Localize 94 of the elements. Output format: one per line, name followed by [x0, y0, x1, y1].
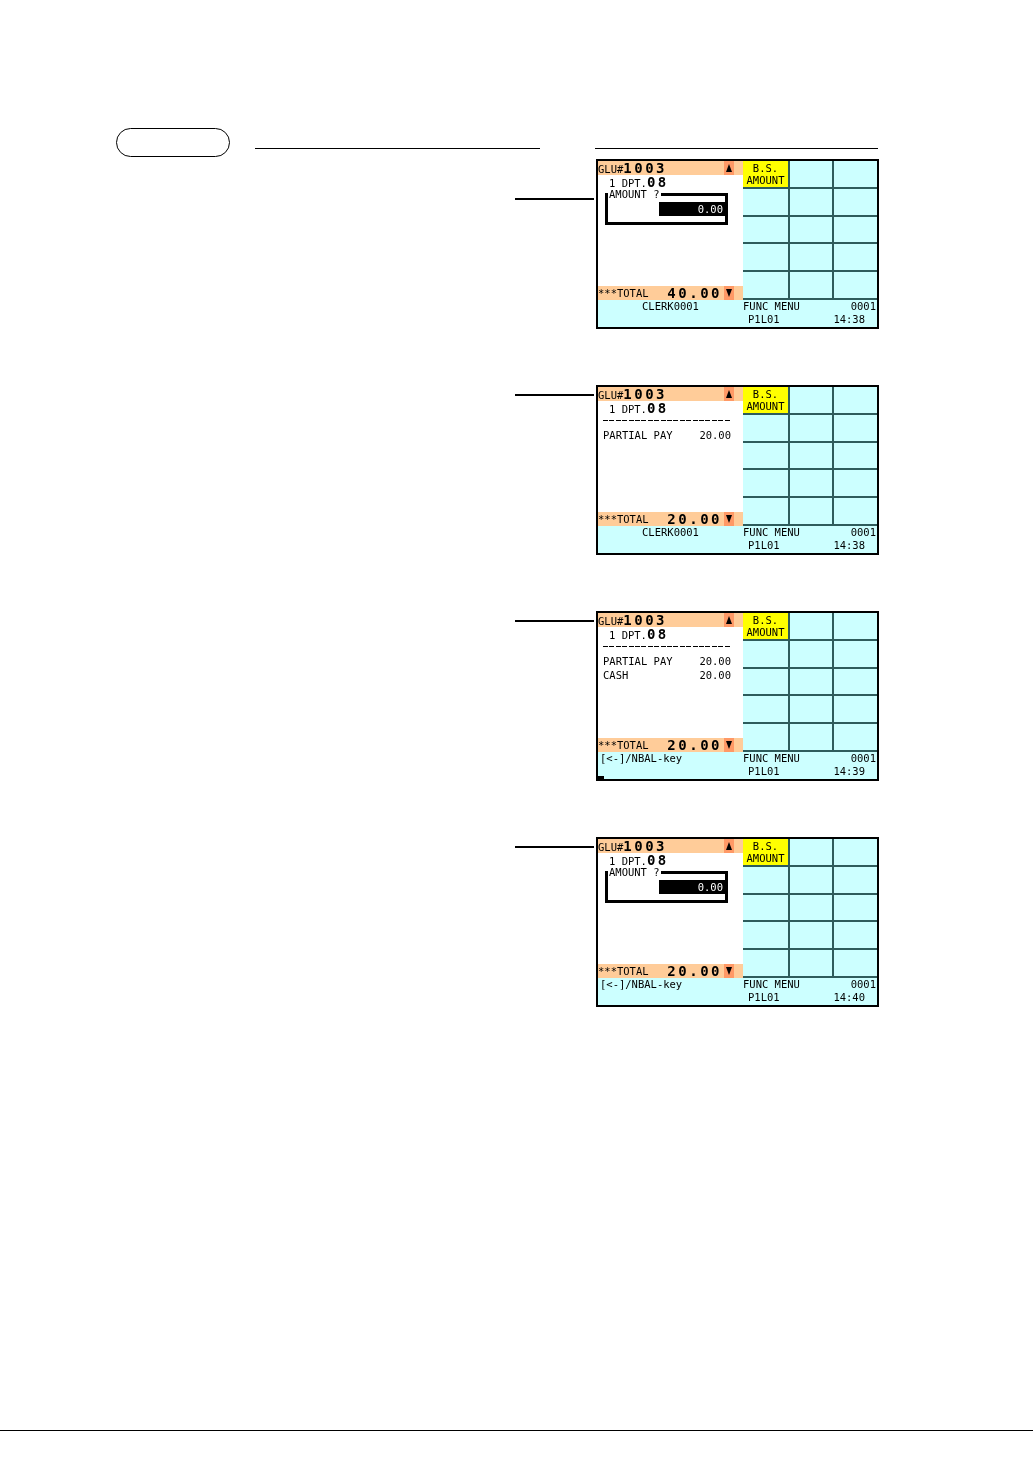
empty-key[interactable] — [834, 244, 877, 271]
clock-time: 14:38 — [833, 313, 865, 327]
prompt-label: AMOUNT ? — [608, 867, 661, 878]
total-amount: 40.00 — [667, 286, 722, 300]
menu-title: FUNC MENU — [743, 300, 800, 313]
clerk-name: CLERK0001 — [641, 300, 700, 313]
menu-title: FUNC MENU — [743, 752, 800, 765]
menu-title: FUNC MENU — [743, 978, 800, 991]
down-triangle-icon[interactable] — [724, 964, 734, 978]
down-triangle-icon[interactable] — [724, 512, 734, 526]
clock-time: 14:39 — [833, 765, 865, 779]
page-code: P1L01 — [748, 765, 780, 779]
empty-key[interactable] — [743, 470, 788, 497]
empty-key[interactable] — [790, 470, 832, 497]
up-triangle-icon[interactable] — [724, 839, 734, 853]
sequence-number: 0001 — [850, 752, 876, 765]
clock-time: 14:38 — [833, 539, 865, 553]
total-label: ***TOTAL — [598, 512, 649, 526]
entry-amount: 20.00 — [699, 654, 731, 668]
empty-key[interactable] — [743, 696, 788, 723]
amount-field[interactable]: 0.00 — [659, 202, 725, 216]
total-label: ***TOTAL — [598, 738, 649, 752]
menu-title: FUNC MENU — [743, 526, 800, 539]
empty-key[interactable] — [743, 640, 788, 667]
total-amount: 20.00 — [667, 738, 722, 752]
clerk-name: CLERK0001 — [641, 526, 700, 539]
empty-key[interactable] — [743, 866, 788, 893]
empty-key[interactable] — [834, 640, 877, 667]
entry-label: PARTIAL PAY — [603, 654, 673, 668]
empty-key[interactable] — [790, 922, 832, 949]
empty-key[interactable] — [834, 442, 877, 469]
empty-key[interactable] — [743, 216, 788, 243]
empty-key[interactable] — [790, 668, 832, 695]
function-key[interactable]: B.S. AMOUNT — [743, 839, 788, 865]
empty-key[interactable] — [790, 188, 832, 215]
item-line: 1 DPT.08 — [608, 853, 670, 867]
up-triangle-icon[interactable] — [724, 161, 734, 175]
guest-check-number: GLU#1003 — [598, 160, 667, 176]
total-amount: 20.00 — [667, 964, 722, 978]
function-key[interactable]: B.S. AMOUNT — [743, 613, 788, 639]
empty-key[interactable] — [834, 894, 877, 921]
entry-amount: 20.00 — [699, 668, 731, 682]
clock-time: 14:40 — [833, 991, 865, 1005]
entry-amount: 20.00 — [699, 428, 731, 442]
page-code: P1L01 — [748, 313, 780, 327]
key-hint: [<-]/NBAL-key — [599, 752, 684, 765]
down-triangle-icon[interactable] — [724, 738, 734, 752]
entry-label: PARTIAL PAY — [603, 428, 673, 442]
item-line: 1 DPT.08 — [608, 627, 670, 641]
empty-key[interactable] — [834, 414, 877, 441]
page-code: P1L01 — [748, 539, 780, 553]
empty-key[interactable] — [834, 668, 877, 695]
entry-label: CASH — [603, 668, 629, 682]
empty-key[interactable] — [834, 922, 877, 949]
empty-key[interactable] — [743, 442, 788, 469]
empty-key[interactable] — [743, 414, 788, 441]
up-triangle-icon[interactable] — [724, 613, 734, 627]
empty-key[interactable] — [743, 894, 788, 921]
empty-key[interactable] — [790, 696, 832, 723]
guest-check-number: GLU#1003 — [598, 612, 667, 628]
empty-key[interactable] — [743, 188, 788, 215]
down-triangle-icon[interactable] — [724, 286, 734, 300]
amount-field[interactable]: 0.00 — [659, 880, 725, 894]
empty-key[interactable] — [790, 640, 832, 667]
empty-key[interactable] — [790, 866, 832, 893]
empty-key[interactable] — [834, 470, 877, 497]
guest-check-number: GLU#1003 — [598, 386, 667, 402]
sequence-number: 0001 — [850, 978, 876, 991]
total-amount: 20.00 — [667, 512, 722, 526]
empty-key[interactable] — [790, 244, 832, 271]
item-line: 1 DPT.08 — [608, 175, 670, 189]
key-hint: [<-]/NBAL-key — [599, 978, 684, 991]
function-key[interactable]: B.S. AMOUNT — [743, 387, 788, 413]
page-code: P1L01 — [748, 991, 780, 1005]
empty-key[interactable] — [743, 244, 788, 271]
empty-key[interactable] — [743, 668, 788, 695]
sequence-number: 0001 — [850, 526, 876, 539]
empty-key[interactable] — [834, 216, 877, 243]
total-label: ***TOTAL — [598, 964, 649, 978]
empty-key[interactable] — [743, 922, 788, 949]
empty-key[interactable] — [834, 188, 877, 215]
empty-key[interactable] — [790, 414, 832, 441]
empty-key[interactable] — [790, 442, 832, 469]
total-label: ***TOTAL — [598, 286, 649, 300]
empty-key[interactable] — [834, 866, 877, 893]
function-key[interactable]: B.S. AMOUNT — [743, 161, 788, 187]
empty-key[interactable] — [790, 216, 832, 243]
empty-key[interactable] — [790, 894, 832, 921]
guest-check-number: GLU#1003 — [598, 838, 667, 854]
prompt-label: AMOUNT ? — [608, 189, 661, 200]
up-triangle-icon[interactable] — [724, 387, 734, 401]
item-line: 1 DPT.08 — [608, 401, 670, 415]
empty-key[interactable] — [834, 696, 877, 723]
sequence-number: 0001 — [850, 300, 876, 313]
